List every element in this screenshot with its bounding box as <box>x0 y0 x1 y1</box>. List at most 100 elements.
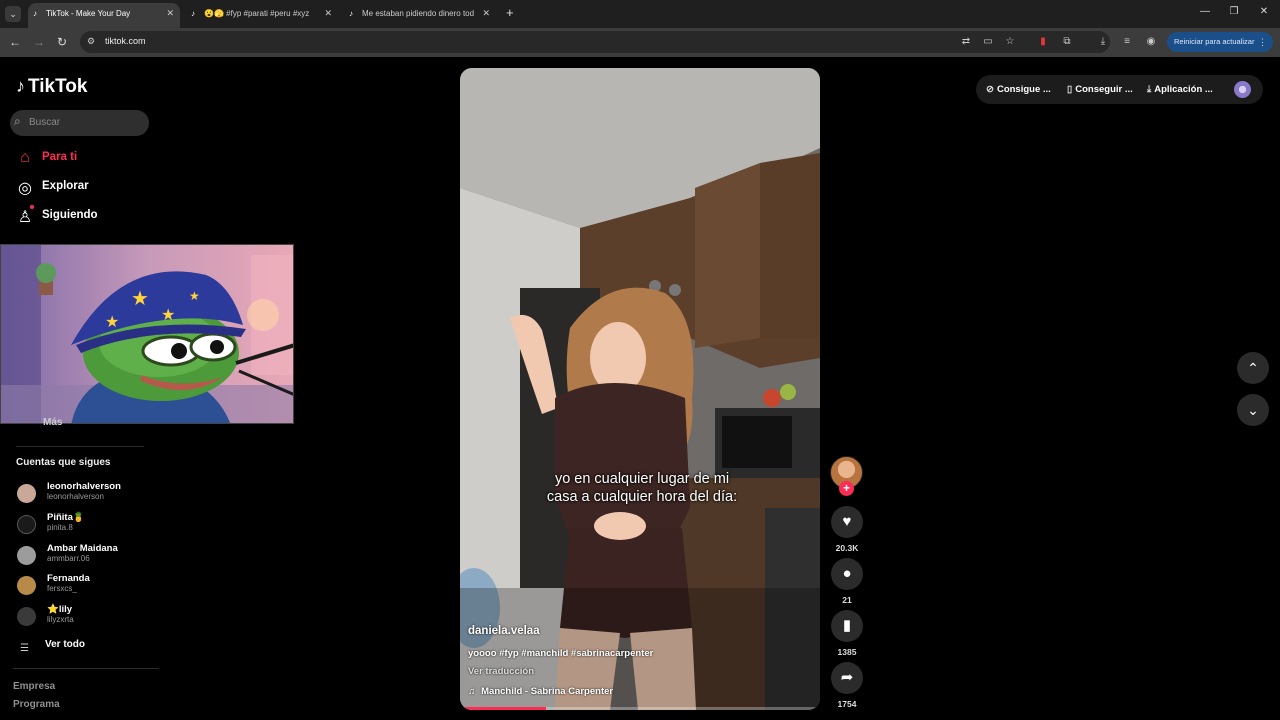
list-icon: ☰ <box>20 643 29 654</box>
avatar <box>17 607 36 626</box>
translate-icon[interactable]: ⇄ <box>960 36 972 47</box>
minimize-icon[interactable]: — <box>1197 6 1213 17</box>
see-translation-link[interactable]: Ver traducción <box>468 666 534 677</box>
svg-text:★: ★ <box>161 305 175 324</box>
footer-link-empresa[interactable]: Empresa <box>13 681 55 692</box>
sidebar-divider <box>16 446 144 447</box>
follow-plus-icon[interactable]: + <box>839 481 854 496</box>
reload-icon[interactable]: ↻ <box>55 35 69 49</box>
video-description[interactable]: yoooo #fyp #manchild #sabrinacarpenter <box>468 648 653 659</box>
tab-search-button[interactable]: ⌄ <box>5 6 21 22</box>
following-account[interactable]: Ambar Maidana ammbarr.06 <box>17 543 217 569</box>
svg-text:★: ★ <box>189 289 200 303</box>
save-button[interactable]: ▮ <box>831 610 863 642</box>
extension-icon[interactable]: ▮ <box>1037 36 1049 47</box>
avatar <box>17 515 36 534</box>
compass-icon: ◎ <box>18 180 32 197</box>
browser-toolbar: ← → ↻ ⚙ tiktok.com ⇄ ▭ ☆ ▮ ⧉ ⤓ ≡ ◉ Reini… <box>0 28 1280 57</box>
music-note-icon: ♫ <box>468 686 476 697</box>
cast-icon[interactable]: ▭ <box>982 36 994 47</box>
like-button[interactable]: ♥ <box>831 506 863 538</box>
see-all-button[interactable]: ☰ Ver todo <box>20 638 85 656</box>
reading-list-icon[interactable]: ≡ <box>1120 36 1134 47</box>
close-tab-icon[interactable]: ✕ <box>166 3 174 24</box>
following-account[interactable]: Piñita🍍 pinita.8 <box>17 512 217 538</box>
svg-text:★: ★ <box>131 286 149 310</box>
comment-count: 21 <box>842 595 852 605</box>
coin-icon: ⊘ <box>986 84 994 95</box>
nav-label: Explorar <box>42 180 89 192</box>
tab-fyp-video[interactable]: ♪ 😮🫣 #fyp #parati #peru #xyz ✕ <box>186 3 338 28</box>
url-text: tiktok.com <box>105 36 146 46</box>
get-coins-button[interactable]: ⊘ Consigue ... <box>986 84 1051 95</box>
video-author-username[interactable]: daniela.velaa <box>468 625 540 637</box>
address-bar[interactable]: ⚙ tiktok.com ⇄ ▭ ☆ ▮ ⧉ <box>80 31 1110 53</box>
nav-label: Para ti <box>42 151 78 163</box>
tab-title: Me estaban pidiendo dinero tod <box>362 9 474 18</box>
menu-kebab-icon[interactable]: ⋮ <box>1258 32 1267 52</box>
tiktok-logo[interactable]: ♪ TikTok <box>16 76 87 98</box>
site-info-icon[interactable]: ⚙ <box>87 36 95 47</box>
like-count: 20.3K <box>835 543 859 553</box>
video-music[interactable]: ♫ Manchild - Sabrina Carpenter <box>468 686 613 697</box>
account-handle: lilyzxrta <box>47 615 74 624</box>
desktop-app-button[interactable]: ⤓ Aplicación ... <box>1147 84 1213 95</box>
new-tab-button[interactable]: + <box>506 6 514 20</box>
comment-button[interactable]: ● <box>831 558 863 590</box>
tab-tiktok-home[interactable]: ♪ TikTok - Make Your Day ✕ <box>28 3 180 28</box>
nav-label: Siguiendo <box>42 209 98 221</box>
account-name: Piñita🍍 <box>47 512 85 523</box>
search-placeholder: Buscar <box>29 117 61 128</box>
user-profile-avatar[interactable] <box>1234 81 1251 98</box>
close-tab-icon[interactable]: ✕ <box>324 3 332 24</box>
logo-text: TikTok <box>28 76 88 97</box>
heart-icon: ♥ <box>842 513 852 530</box>
avatar <box>17 576 36 595</box>
video-progress-bar[interactable] <box>460 707 820 710</box>
tiktok-favicon-icon: ♪ <box>349 9 353 18</box>
save-count: 1385 <box>837 647 857 657</box>
account-name: Fernanda <box>47 573 90 584</box>
download-icon[interactable]: ⤓ <box>1096 36 1110 47</box>
share-button[interactable]: ➦ <box>831 662 863 694</box>
more-label[interactable]: Más <box>43 417 62 428</box>
tiktok-favicon-icon: ♪ <box>33 9 37 18</box>
video-progress-fill <box>460 707 547 710</box>
video-player[interactable]: yo en cualquier lugar de mi casa a cualq… <box>460 68 820 710</box>
restore-icon[interactable]: ❐ <box>1226 6 1242 17</box>
restart-to-update-button[interactable]: Reiniciar para actualizar ⋮ <box>1167 32 1273 52</box>
comment-icon: ● <box>842 565 852 582</box>
following-account[interactable]: leonorhalverson leonorhalverson <box>17 481 217 507</box>
following-account[interactable]: ⭐lily lilyzxrta <box>17 604 217 630</box>
close-window-icon[interactable]: ✕ <box>1256 6 1272 17</box>
tiktok-favicon-icon: ♪ <box>191 9 195 18</box>
search-icon: ⌕ <box>14 114 21 128</box>
footer-link-programa[interactable]: Programa <box>13 699 60 710</box>
tab-title: TikTok - Make Your Day <box>46 9 131 18</box>
top-actions-bar: ⊘ Consigue ... ▯ Conseguir ... ⤓ Aplicación… <box>976 75 1263 104</box>
top-action-label: Conseguir ... <box>1075 84 1133 95</box>
following-account[interactable]: Fernanda fersxcs_ <box>17 573 217 599</box>
avatar <box>17 546 36 565</box>
profile-icon[interactable]: ◉ <box>1144 36 1158 47</box>
tab-dinero-video[interactable]: ♪ Me estaban pidiendo dinero tod ✕ <box>344 3 496 28</box>
back-arrow-icon[interactable]: ← <box>8 35 22 49</box>
get-app-button[interactable]: ▯ Conseguir ... <box>1067 84 1133 95</box>
top-action-label: Consigue ... <box>996 84 1051 95</box>
close-tab-icon[interactable]: ✕ <box>482 3 490 24</box>
extensions-puzzle-icon[interactable]: ⧉ <box>1061 36 1073 47</box>
next-video-button[interactable]: ⌄ <box>1237 394 1269 426</box>
video-frame-image <box>460 68 820 710</box>
top-action-label: Aplicación ... <box>1154 84 1213 95</box>
see-all-label: Ver todo <box>45 639 86 650</box>
bookmark-star-icon[interactable]: ☆ <box>1004 36 1016 47</box>
webcam-overlay-image: ★ ★ ★ ★ <box>0 244 294 424</box>
search-input[interactable]: ⌕ Buscar <box>10 110 149 136</box>
previous-video-button[interactable]: ⌃ <box>1237 352 1269 384</box>
chevron-up-icon: ⌃ <box>1247 360 1259 376</box>
account-handle: leonorhalverson <box>47 492 104 501</box>
share-count: 1754 <box>837 699 857 709</box>
download-icon: ⤓ <box>1147 84 1152 95</box>
forward-arrow-icon[interactable]: → <box>32 35 46 49</box>
notification-dot <box>30 205 34 209</box>
